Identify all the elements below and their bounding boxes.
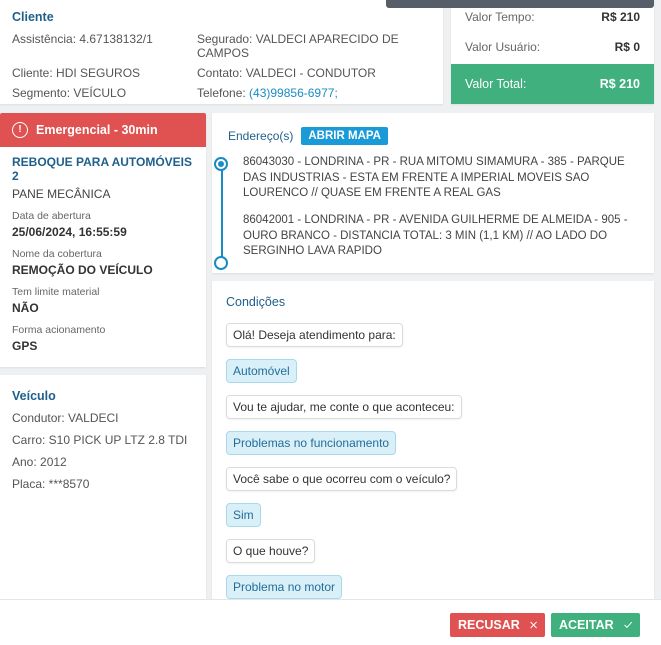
emergencial-badge: ! Emergencial - 30min (0, 113, 206, 147)
recusar-button[interactable]: RECUSAR (450, 613, 545, 637)
cliente-info: Assistência: 4.67138132/1 Segurado: VALD… (12, 32, 431, 100)
close-icon (530, 621, 537, 629)
timeline-line (221, 167, 223, 263)
aceitar-label: ACEITAR (559, 618, 614, 632)
data-abertura-value: 25/06/2024, 16:55:59 (12, 225, 127, 239)
alert-icon: ! (12, 122, 28, 138)
condicoes-card: Condições Olá! Deseja atendimento para: A… (212, 281, 654, 599)
question-bubble: Vou te ajudar, me conte o que aconteceu: (226, 395, 462, 419)
answer-bubble: Sim (226, 503, 261, 527)
veiculo-card: Veículo Condutor: VALDECI Carro: S10 PIC… (0, 375, 206, 599)
valor-tempo-row: Valor Tempo: R$ 210 (451, 10, 654, 24)
abrir-mapa-button[interactable]: ABRIR MAPA (301, 127, 388, 145)
forma-label: Forma acionamento (12, 324, 106, 336)
origem-address: 86043030 - LONDRINA - PR - RUA MITOMU SI… (243, 156, 625, 199)
forma-value: GPS (12, 339, 38, 353)
recusar-label: RECUSAR (458, 618, 520, 632)
data-abertura-label: Data de abertura (12, 210, 91, 222)
servico-card: ! Emergencial - 30min REBOQUE PARA AUTOM… (0, 113, 206, 367)
question-bubble: Você sabe o que ocorreu com o veículo? (226, 467, 458, 491)
valor-tempo-value: R$ 210 (601, 10, 640, 24)
top-bar-divider (386, 0, 654, 8)
aceitar-button[interactable]: ACEITAR (551, 613, 640, 637)
question-bubble: O que houve? (226, 539, 316, 563)
veiculo-title: Veículo (12, 389, 56, 403)
placa-text: Placa: ***8570 (12, 477, 90, 491)
question-bubble: Olá! Deseja atendimento para: (226, 323, 403, 347)
check-icon (623, 621, 632, 629)
servico-title: REBOQUE PARA AUTOMÓVEIS 2 (12, 155, 193, 183)
destino-address: 86042001 - LONDRINA - PR - AVENIDA GUILH… (243, 214, 628, 257)
valor-tempo-label: Valor Tempo: (465, 10, 535, 24)
contato-text: Contato: VALDECI - CONDUTOR (197, 66, 376, 80)
segurado-text: Segurado: VALDECI APARECIDO DE CAMPOS (197, 32, 399, 60)
emergencial-text: Emergencial - 30min (36, 123, 158, 137)
condutor-text: Condutor: VALDECI (12, 411, 119, 425)
answer-bubble: Automóvel (226, 359, 297, 383)
telefone-link[interactable]: (43)99856-6977; (249, 86, 338, 100)
carro-text: Carro: S10 PICK UP LTZ 2.8 TDI (12, 433, 188, 447)
cliente-text: Cliente: HDI SEGUROS (12, 66, 141, 80)
valor-total-row: Valor Total: R$ 210 (451, 64, 654, 104)
servico-subtitle: PANE MECÂNICA (12, 187, 111, 201)
cobertura-value: REMOÇÃO DO VEÍCULO (12, 263, 153, 277)
valor-total-label: Valor Total: (465, 77, 527, 91)
origin-marker-icon (214, 157, 228, 171)
valores-card: Valor Tempo: R$ 210 Valor Usuário: R$ 0 … (386, 0, 654, 104)
valor-usuario-row: Valor Usuário: R$ 0 (451, 40, 654, 54)
valor-total-value: R$ 210 (599, 77, 640, 91)
limite-value: NÃO (12, 301, 39, 315)
segmento-text: Segmento: VEÍCULO (12, 86, 127, 100)
limite-label: Tem limite material (12, 286, 100, 298)
cliente-title: Cliente (12, 10, 54, 24)
valor-usuario-value: R$ 0 (614, 40, 640, 54)
valor-usuario-label: Valor Usuário: (465, 40, 541, 54)
endereco-card: Endereço(s) ABRIR MAPA 86043030 - LONDRI… (212, 113, 654, 273)
ano-text: Ano: 2012 (12, 455, 67, 469)
condicoes-title: Condições (226, 295, 286, 309)
cobertura-label: Nome da cobertura (12, 248, 102, 260)
cliente-card: Cliente Assistência: 4.67138132/1 Segura… (0, 0, 443, 104)
telefone-row: Telefone: (43)99856-6977; (197, 86, 437, 100)
answer-bubble: Problema no motor (226, 575, 343, 599)
footer-bar: RECUSAR ACEITAR (0, 599, 661, 645)
destination-marker-icon (214, 256, 228, 270)
telefone-label: Telefone: (197, 86, 246, 100)
answer-bubble: Problemas no funcionamento (226, 431, 397, 455)
condicoes-chat: Olá! Deseja atendimento para: Automóvel Vo… (226, 323, 640, 599)
assistencia-text: Assistência: 4.67138132/1 (12, 32, 153, 46)
endereco-label: Endereço(s) (228, 129, 294, 143)
